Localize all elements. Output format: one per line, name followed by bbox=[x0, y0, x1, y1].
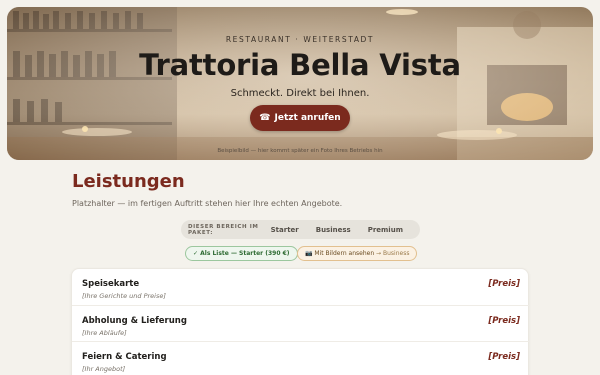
list-item: Abholung & Lieferung [Ihre Abläufe] [Pre… bbox=[72, 305, 530, 341]
view-with-images-chip[interactable]: 📷 Mit Bildern ansehen → Business bbox=[297, 246, 418, 261]
service-price: [Preis] bbox=[488, 279, 520, 289]
service-description: [Ihre Abläufe] bbox=[82, 329, 127, 337]
services-list: Speisekarte [Ihre Gerichte und Preise] [… bbox=[71, 268, 530, 375]
hero-title: Trattoria Bella Vista bbox=[139, 48, 461, 82]
package-selector: DIESER BEREICH IM PAKET: Starter Busines… bbox=[181, 220, 420, 239]
service-description: [Ihr Angebot] bbox=[82, 365, 126, 373]
services-title: Leistungen bbox=[72, 171, 185, 192]
hero-eyebrow: RESTAURANT · WEITERSTADT bbox=[225, 35, 375, 44]
view-with-images-label: Mit Bildern ansehen bbox=[314, 250, 375, 257]
view-with-images-package: → Business bbox=[376, 250, 410, 257]
hero-subtitle: Schmeckt. Direkt bei Ihnen. bbox=[230, 88, 370, 99]
camera-icon: 📷 bbox=[305, 250, 313, 257]
service-price: [Preis] bbox=[488, 316, 520, 326]
list-item: Speisekarte [Ihre Gerichte und Preise] [… bbox=[72, 269, 530, 305]
package-option-business[interactable]: Business bbox=[316, 226, 351, 234]
hero-image-caption: Beispielbild — hier kommt später ein Fot… bbox=[217, 148, 383, 154]
call-now-button[interactable]: ☎ Jetzt anrufen bbox=[250, 105, 350, 131]
hero-banner: RESTAURANT · WEITERSTADT Trattoria Bella… bbox=[7, 7, 593, 160]
package-selector-label: DIESER BEREICH IM PAKET: bbox=[188, 223, 259, 236]
list-item: Feiern & Catering [Ihr Angebot] [Preis] bbox=[72, 341, 530, 375]
service-name: Feiern & Catering bbox=[82, 352, 167, 362]
service-price: [Preis] bbox=[488, 352, 520, 362]
service-name: Speisekarte bbox=[82, 279, 140, 289]
package-option-premium[interactable]: Premium bbox=[368, 226, 403, 234]
phone-icon: ☎ bbox=[259, 113, 271, 123]
services-subtitle: Platzhalter — im fertigen Auftritt stehe… bbox=[72, 199, 343, 208]
hero-overlay bbox=[7, 7, 593, 160]
call-now-label: Jetzt anrufen bbox=[274, 113, 341, 123]
package-option-starter[interactable]: Starter bbox=[271, 226, 299, 234]
service-description: [Ihre Gerichte und Preise] bbox=[82, 292, 166, 300]
view-as-list-chip[interactable]: ✓ Als Liste — Starter (390 €) bbox=[185, 246, 298, 261]
service-name: Abholung & Lieferung bbox=[82, 316, 187, 326]
